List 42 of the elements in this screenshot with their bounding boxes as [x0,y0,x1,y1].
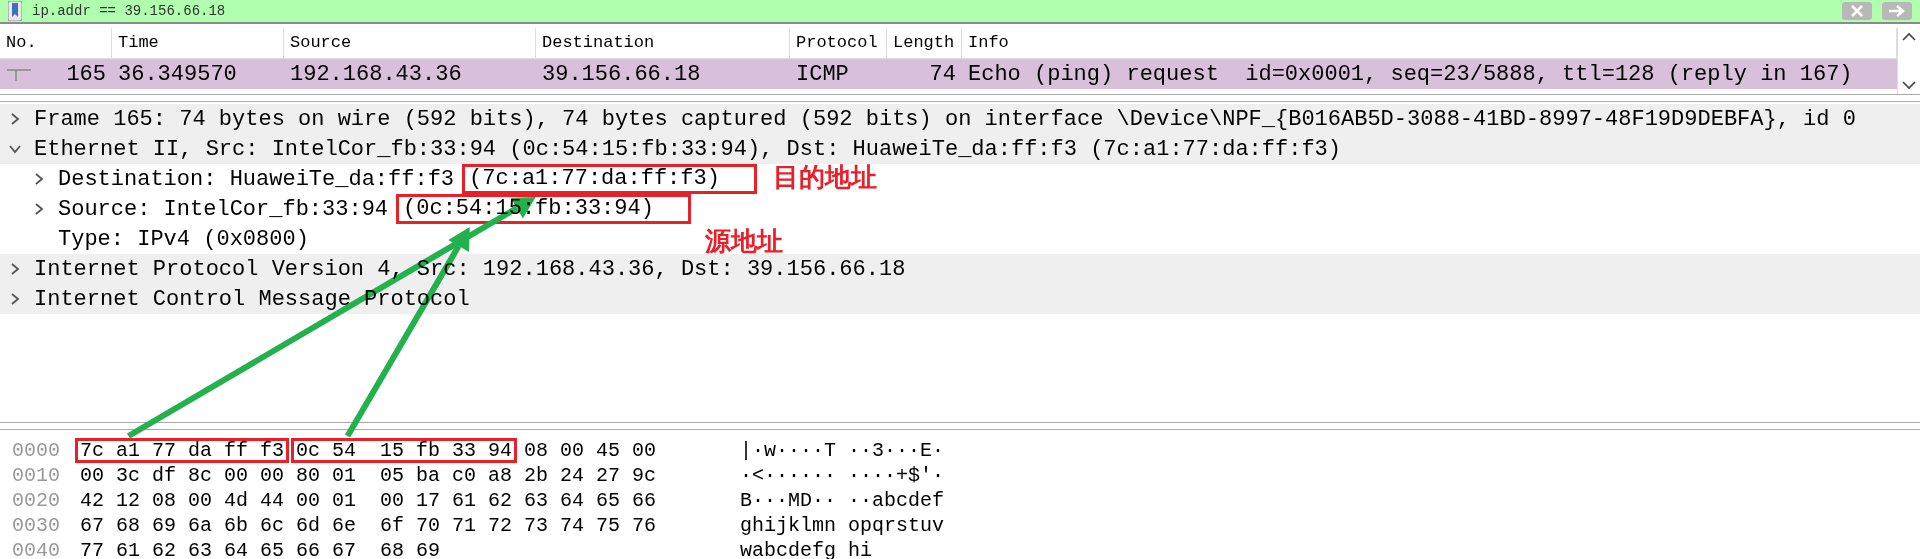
column-header[interactable]: Source [284,28,536,58]
hex-bytes[interactable]: 42 12 08 00 4d 44 00 01 00 17 61 62 63 64 65 66 [80,489,657,512]
hex-bytes[interactable]: 0c 54 15 fb 33 94 [296,439,513,462]
offset-text: 0010 [11,464,61,487]
offset-text: 0040 [11,539,61,559]
address-text: (7c:a1:77:da:ff:f3) [469,166,720,191]
table-cell-text: Echo (ping) request id=0x0001, seq=23/5888, ttl=128 (reply in 167) [967,61,1854,87]
column-header[interactable]: Destination [536,28,790,58]
column-header[interactable]: Time [112,28,284,58]
packet-row[interactable]: 165 36.349570 192.168.43.36 39.156.66.18 ICMP 74 Echo (ping) request id=0x0001, seq=23/5888, ttl=128 (reply in 167) [0,59,1897,89]
table-cell-text: ICMP [795,61,850,87]
table-cell-text: 39.156.66.18 [541,61,702,87]
arrow-right-icon [1888,5,1906,17]
hex-bytes[interactable]: 67 68 69 6a 6b 6c 6d 6e 6f 70 71 72 73 74 75 76 [80,514,657,537]
annotation-label: 目的地址 [772,161,877,194]
scroll-down-icon[interactable] [1902,80,1916,90]
ascii-text[interactable]: ·<······ ····+$'· [740,464,945,487]
column-header[interactable]: Protocol [790,28,887,58]
tree-item[interactable]: Type: IPv4 (0x0800) [58,226,309,252]
hex-bytes[interactable]: 77 61 62 63 64 65 66 67 68 69 [80,539,441,559]
tree-item[interactable]: Source: IntelCor_fb:33:94 [58,196,389,222]
offset-text: 0020 [11,489,61,512]
annotation-label: 源地址 [704,225,783,258]
scroll-up-icon[interactable] [1902,32,1916,42]
column-header[interactable]: No. [0,28,112,58]
table-cell-text: 192.168.43.36 [289,61,463,87]
ascii-text[interactable]: B···MD·· ··abcdef [740,489,945,512]
hex-bytes[interactable]: 7c a1 77 da ff f3 [80,439,285,462]
tree-item[interactable]: Destination: HuaweiTe_da:ff:f3 [58,166,455,192]
table-cell-text: 36.349570 [117,61,238,87]
close-icon [1850,4,1864,18]
column-header[interactable]: Info [962,28,1897,58]
hex-bytes[interactable]: 00 3c df 8c 00 00 80 01 05 ba c0 a8 2b 24 27 9c [80,464,657,487]
bookmark-icon[interactable] [8,1,22,21]
ascii-text[interactable]: |·w····T ··3···E· [740,439,945,462]
column-header[interactable]: Length [887,28,962,58]
hex-bytes[interactable]: 08 00 45 00 [524,439,657,462]
table-cell: 165 [66,61,106,87]
ascii-text[interactable]: ghijklmn opqrstuv [740,514,945,537]
table-cell-text: 74 [928,61,957,87]
offset-text: 0030 [11,514,61,537]
offset-text: 0000 [11,439,61,462]
